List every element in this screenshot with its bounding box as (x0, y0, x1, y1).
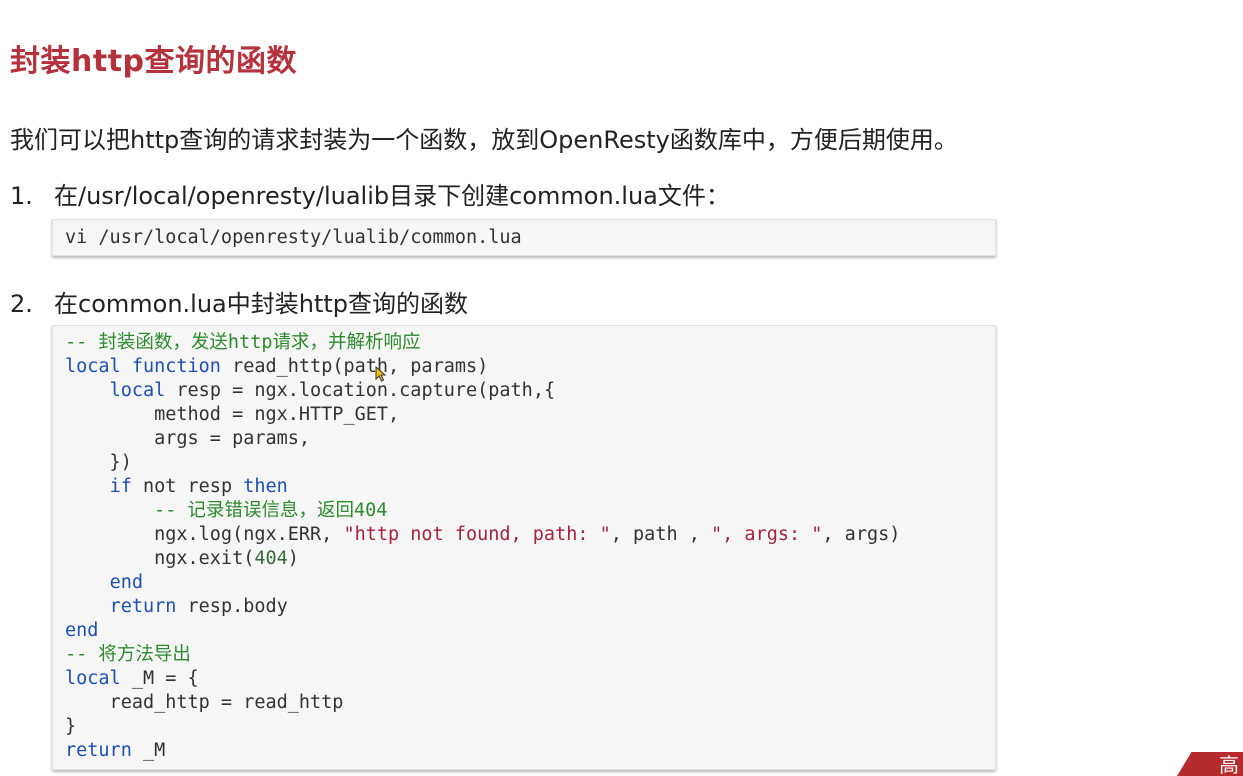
lua-code-block[interactable]: -- 封装函数，发送http请求，并解析响应 local function re… (52, 325, 996, 770)
code-comment: -- 记录错误信息，返回404 (65, 500, 388, 521)
step-2-number: 2. (10, 290, 33, 318)
code-text: }) (65, 452, 132, 473)
code-line-2: local function read_http(path, params) (65, 355, 983, 379)
code-line-6: }) (65, 451, 983, 475)
code-text: method = ngx.HTTP_GET, (65, 404, 400, 425)
code-number: 404 (254, 548, 288, 569)
code-text: not resp (131, 476, 244, 497)
code-keyword: end (65, 620, 99, 641)
step-1-number: 1. (10, 182, 33, 210)
code-line-15: local _M = { (65, 667, 983, 691)
code-keyword: function (131, 356, 221, 377)
code-line-4: method = ngx.HTTP_GET, (65, 403, 983, 427)
step-1: 1. 在/usr/local/openresty/lualib目录下创建commo… (10, 176, 730, 211)
intro-text: 我们可以把http查询的请求封装为一个函数，放到OpenResty函数库中，方便… (10, 126, 958, 154)
code-keyword: end (109, 572, 143, 593)
code-keyword: local (109, 380, 166, 401)
code-string: "http not found, path: " (343, 524, 611, 545)
code-line-11: end (65, 571, 983, 595)
code-line-18: return _M (65, 739, 983, 763)
code-keyword: local (65, 356, 121, 377)
code-line-7: if not resp then (65, 475, 983, 499)
code-text: _M (131, 740, 166, 761)
code-text: resp = ngx.location.capture(path,{ (165, 380, 556, 401)
code-line-1: -- 封装函数，发送http请求，并解析响应 (65, 331, 983, 355)
code-text: , path , (610, 524, 712, 545)
code-line-13: end (65, 619, 983, 643)
code-line-17: } (65, 715, 983, 739)
code-keyword: return (65, 740, 132, 761)
code-string: ", args: " (711, 524, 823, 545)
code-line-9: ngx.log(ngx.ERR, "http not found, path: … (65, 523, 983, 547)
code-text: args = params, (65, 428, 311, 449)
code-text: ngx.exit( (65, 548, 255, 569)
code-text: _M = { (120, 668, 199, 689)
page-title: 封装http查询的函数 (10, 44, 298, 79)
code-text: read_http(path, params) (220, 356, 489, 377)
code-line-3: local resp = ngx.location.capture(path,{ (65, 379, 983, 403)
code-comment: -- 将方法导出 (65, 644, 191, 665)
code-keyword: if (109, 476, 132, 497)
code-line-8: -- 记录错误信息，返回404 (65, 499, 983, 523)
code-keyword: return (109, 596, 177, 617)
code-line-16: read_http = read_http (65, 691, 983, 715)
code-text: , args) (822, 524, 901, 545)
command-code-block[interactable]: vi /usr/local/openresty/lualib/common.lu… (52, 219, 996, 256)
code-text: ) (287, 548, 299, 569)
code-text: read_http = read_http (65, 692, 344, 713)
mouse-pointer-icon (375, 366, 387, 382)
code-line-5: args = params, (65, 427, 983, 451)
step-2: 2. 在common.lua中封装http查询的函数 (10, 284, 468, 319)
code-line-14: -- 将方法导出 (65, 643, 983, 667)
code-text: } (65, 716, 77, 737)
code-keyword: local (65, 668, 121, 689)
code-keyword: then (243, 476, 288, 497)
step-2-text: 在common.lua中封装http查询的函数 (54, 290, 469, 318)
corner-badge: 高 (1177, 752, 1243, 776)
code-comment: -- 封装函数，发送http请求，并解析响应 (65, 332, 421, 353)
code-text: ngx.log(ngx.ERR, (65, 524, 344, 545)
code-line-12: return resp.body (65, 595, 983, 619)
step-1-text: 在/usr/local/openresty/lualib目录下创建common.… (54, 182, 730, 210)
code-line-10: ngx.exit(404) (65, 547, 983, 571)
code-text: resp.body (176, 596, 288, 617)
